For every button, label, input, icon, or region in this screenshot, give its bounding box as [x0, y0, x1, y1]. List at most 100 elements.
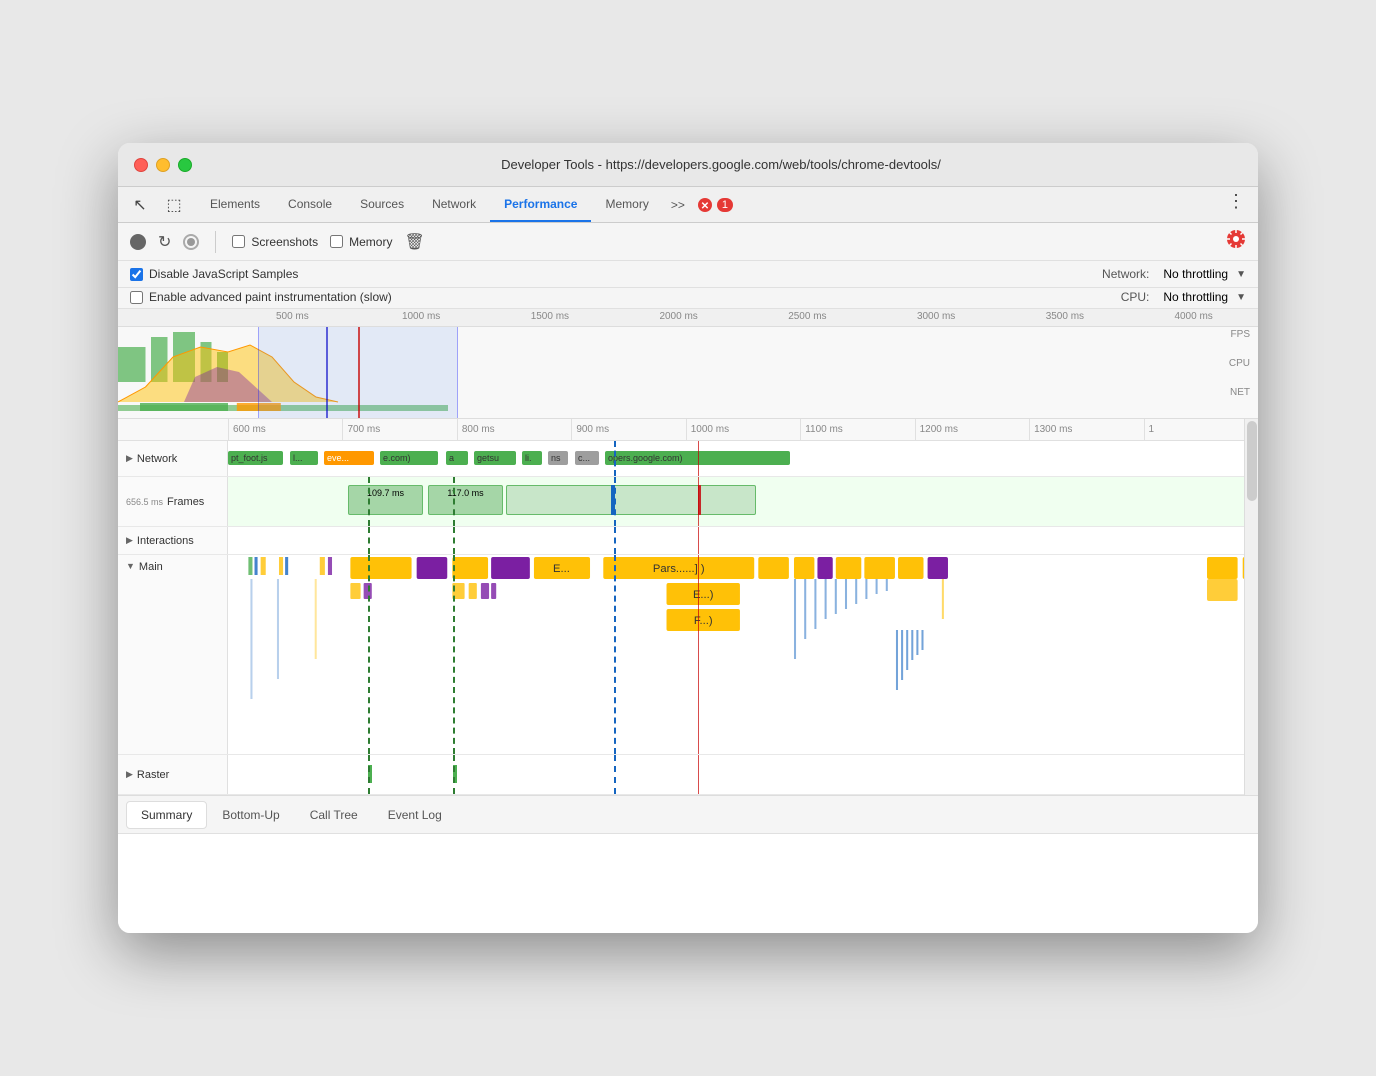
overview-labels: FPS CPU NET: [1229, 329, 1250, 398]
device-mode-button[interactable]: ⬚: [160, 191, 188, 219]
frames-track-content[interactable]: 109.7 ms 117.0 ms: [228, 477, 1258, 526]
tab-performance[interactable]: Performance: [490, 187, 591, 222]
scrollbar[interactable]: [1244, 419, 1258, 795]
bottom-tab-bar: Summary Bottom-Up Call Tree Event Log: [118, 795, 1258, 833]
ztick-1: 700 ms: [342, 419, 456, 440]
error-count[interactable]: 1: [717, 198, 733, 212]
red-marker: [358, 327, 360, 418]
interactions-expand-icon: ▶: [126, 535, 133, 546]
ztick-2: 800 ms: [457, 419, 571, 440]
blue-vline-raster: [614, 755, 616, 794]
main-track-label[interactable]: ▼ Main: [118, 555, 228, 754]
frames-track: 656.5 ms Frames 109.7 ms 117.0 ms: [118, 477, 1258, 527]
tab-sources[interactable]: Sources: [346, 187, 418, 222]
ruler-tick-4: 2500 ms: [743, 309, 872, 326]
network-track: ▶ Network pt_foot.js l... eve... e.com) …: [118, 441, 1258, 477]
network-bar-2[interactable]: eve...: [324, 451, 374, 465]
ztick-4: 1000 ms: [686, 419, 800, 440]
stop-icon: [187, 238, 195, 246]
frame-bar-1[interactable]: 109.7 ms: [348, 485, 423, 515]
interactions-track-label[interactable]: ▶ Interactions: [118, 527, 228, 554]
network-bar-0[interactable]: pt_foot.js: [228, 451, 283, 465]
network-bar-4[interactable]: a: [446, 451, 468, 465]
enable-paint-option[interactable]: Enable advanced paint instrumentation (s…: [130, 290, 392, 304]
red-vline-network: [698, 441, 699, 476]
tab-overflow[interactable]: >>: [663, 187, 693, 222]
tab-elements[interactable]: Elements: [196, 187, 274, 222]
raster-track-label[interactable]: ▶ Raster: [118, 755, 228, 794]
more-options-button[interactable]: ⋮: [1222, 187, 1250, 215]
tab-bottom-up[interactable]: Bottom-Up: [207, 801, 294, 829]
reload-button[interactable]: ↻: [158, 232, 171, 252]
cpu-dropdown-arrow[interactable]: ▼: [1236, 292, 1246, 303]
raster-expand-icon: ▶: [126, 769, 133, 780]
frames-label: Frames: [167, 496, 204, 508]
zoomed-ruler: 600 ms 700 ms 800 ms 900 ms 1000 ms 1100…: [118, 419, 1258, 441]
record-button[interactable]: [130, 234, 146, 250]
main-track-content[interactable]: E... Pars......] ): [228, 555, 1258, 754]
controls-bar: ↻ Screenshots Memory 🗑: [118, 223, 1258, 261]
frame-bar-3[interactable]: [506, 485, 756, 515]
traffic-lights: [134, 158, 192, 172]
screenshots-option[interactable]: Screenshots: [232, 235, 318, 249]
tab-memory[interactable]: Memory: [591, 187, 662, 222]
tab-call-tree[interactable]: Call Tree: [295, 801, 373, 829]
tab-event-log[interactable]: Event Log: [373, 801, 457, 829]
ztick-5: 1100 ms: [800, 419, 914, 440]
network-dropdown-arrow[interactable]: ▼: [1236, 269, 1246, 280]
disable-js-samples-checkbox[interactable]: [130, 268, 143, 281]
fps-label: FPS: [1229, 329, 1250, 340]
tab-console[interactable]: Console: [274, 187, 346, 222]
network-track-content[interactable]: pt_foot.js l... eve... e.com) a getsu li…: [228, 441, 1258, 476]
stop-button[interactable]: [183, 234, 199, 250]
network-bar-8[interactable]: c...: [575, 451, 599, 465]
tracks-container: ▶ Network pt_foot.js l... eve... e.com) …: [118, 441, 1258, 795]
ztick-0: 600 ms: [228, 419, 342, 440]
ztick-7: 1300 ms: [1029, 419, 1143, 440]
main-expand-icon: ▼: [126, 561, 135, 571]
maximize-button[interactable]: [178, 158, 192, 172]
settings-icon: [1226, 229, 1246, 249]
disable-js-samples-option[interactable]: Disable JavaScript Samples: [130, 267, 298, 281]
network-bar-1[interactable]: l...: [290, 451, 318, 465]
tab-summary[interactable]: Summary: [126, 801, 207, 829]
raster-mark-2: [453, 765, 457, 783]
close-button[interactable]: [134, 158, 148, 172]
svg-text:✕: ✕: [701, 201, 709, 212]
interactions-track-content[interactable]: [228, 527, 1258, 554]
cpu-throttle-select: CPU: No throttling ▼: [1121, 290, 1246, 304]
green-vline-int-2: [453, 527, 455, 554]
frames-track-label[interactable]: 656.5 ms Frames: [118, 477, 228, 526]
tab-network[interactable]: Network: [418, 187, 490, 222]
ruler-tick-2: 1500 ms: [486, 309, 615, 326]
enable-paint-checkbox[interactable]: [130, 291, 143, 304]
network-bar-7[interactable]: ns: [548, 451, 568, 465]
options-bar-2: Enable advanced paint instrumentation (s…: [118, 288, 1258, 309]
raster-track-content[interactable]: [228, 755, 1258, 794]
cursor-tool-button[interactable]: ↖: [126, 191, 154, 219]
frame-bar-2[interactable]: 117.0 ms: [428, 485, 503, 515]
network-track-label[interactable]: ▶ Network: [118, 441, 228, 476]
ruler-tick-7: 4000 ms: [1129, 309, 1258, 326]
blue-marker: [326, 327, 328, 418]
memory-checkbox[interactable]: [330, 235, 343, 248]
ruler-tick-1: 1000 ms: [357, 309, 486, 326]
red-vline-raster: [698, 755, 699, 794]
scrollbar-thumb[interactable]: [1247, 421, 1257, 501]
timeline-overview[interactable]: 500 ms 1000 ms 1500 ms 2000 ms 2500 ms 3…: [118, 309, 1258, 419]
network-expand-icon: ▶: [126, 453, 133, 464]
raster-mark-1: [368, 765, 372, 783]
network-bar-6[interactable]: li.: [522, 451, 542, 465]
screenshots-checkbox[interactable]: [232, 235, 245, 248]
clear-button[interactable]: 🗑: [404, 232, 424, 252]
memory-option[interactable]: Memory: [330, 235, 392, 249]
frame-blue-bar: [611, 485, 615, 515]
overview-ruler: 500 ms 1000 ms 1500 ms 2000 ms 2500 ms 3…: [118, 309, 1258, 327]
settings-button[interactable]: [1226, 229, 1246, 254]
network-bar-5[interactable]: getsu: [474, 451, 516, 465]
minimize-button[interactable]: [156, 158, 170, 172]
main-svg: E... Pars......] ): [228, 555, 1258, 754]
network-bar-3[interactable]: e.com): [380, 451, 438, 465]
summary-panel: [118, 833, 1258, 933]
network-throttle-select: Network: No throttling ▼: [1102, 267, 1246, 281]
